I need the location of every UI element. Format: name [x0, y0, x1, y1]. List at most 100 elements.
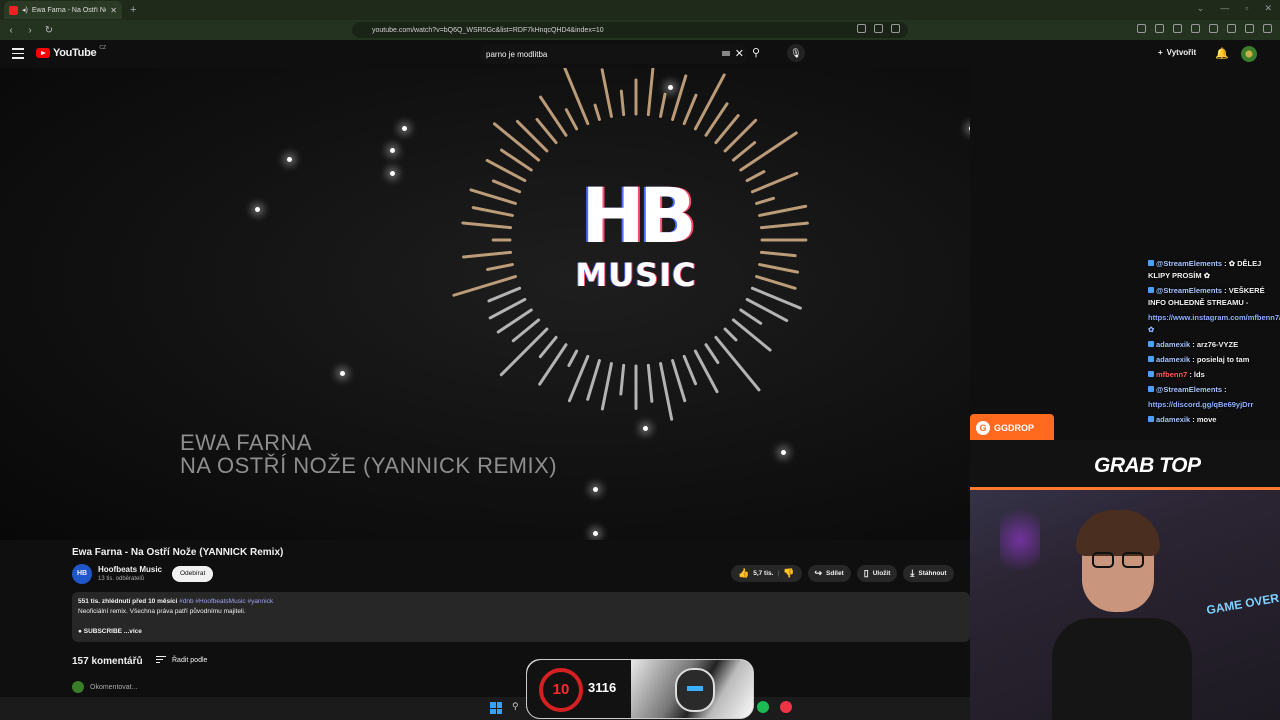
youtube-logo[interactable]: YouTube CZ: [36, 45, 106, 59]
app-icon[interactable]: [780, 701, 792, 713]
sparkle: [593, 487, 598, 492]
ggdrop-badge: G GGDROP: [970, 414, 1054, 442]
divider: |: [777, 570, 780, 577]
hashtags[interactable]: #dnb #HoofbeatsMusic #yannick: [179, 598, 273, 605]
comment-placeholder[interactable]: Okomentovat...: [90, 684, 137, 691]
visualizer-bar: [731, 141, 757, 162]
chat-message: adamexik : move: [1148, 414, 1280, 426]
tab-search-icon[interactable]: ⌄: [1197, 3, 1205, 14]
create-button[interactable]: + Vytvořit: [1158, 48, 1196, 57]
visualizer-bar: [671, 359, 687, 403]
extension-icon-3[interactable]: [1173, 24, 1182, 33]
dislike-icon[interactable]: 👎: [783, 568, 794, 579]
close-window-icon[interactable]: ✕: [1264, 3, 1272, 14]
visualizer-bar: [671, 74, 688, 121]
microphone-icon[interactable]: 🎙: [787, 44, 805, 62]
save-button[interactable]: ▯ Uložit: [856, 565, 898, 582]
search-icon[interactable]: ⚲: [752, 46, 760, 59]
search-input[interactable]: parno je modlitba ✕: [480, 44, 748, 64]
download-label: Stáhnout: [918, 570, 947, 577]
visualizer-bar: [600, 362, 613, 411]
sparkle: [255, 207, 260, 212]
back-icon[interactable]: ‹: [3, 25, 19, 36]
visualizer-bar: [564, 108, 579, 131]
sparkle: [287, 157, 292, 162]
extension-icon-4[interactable]: [1191, 24, 1200, 33]
visualizer-bar: [759, 221, 809, 230]
chat-username: adamexik: [1156, 355, 1191, 364]
video-title: Ewa Farna - Na Ostří Nože (YANNICK Remix…: [72, 547, 284, 558]
visualizer-bar: [600, 68, 613, 118]
reload-icon[interactable]: ↻: [41, 25, 57, 36]
channel-avatar[interactable]: HB: [72, 564, 92, 584]
stream-counter-widget: 10 3116: [526, 659, 754, 719]
chat-username: @StreamElements: [1156, 385, 1223, 394]
chat-text: : move: [1190, 415, 1217, 424]
chat-username: adamexik: [1156, 340, 1191, 349]
visualizer-bar: [492, 122, 541, 162]
extension-icon-5[interactable]: [1209, 24, 1218, 33]
hamburger-menu-icon[interactable]: [12, 48, 24, 62]
visualizer-bar: [646, 68, 655, 117]
visualizer-bar: [714, 114, 740, 145]
visualizer-bar: [500, 148, 533, 172]
sparkle: [390, 171, 395, 176]
visualizer-bar: [758, 263, 800, 274]
forward-icon[interactable]: ›: [22, 25, 38, 36]
chat-message: @StreamElements : VEŠKERÉ INFO OHLEDNĚ S…: [1148, 285, 1280, 309]
cast-icon[interactable]: [857, 24, 866, 33]
video-player[interactable]: HB MUSIC EWA FARNA NA OSTŘÍ NOŽE (YANNIC…: [0, 68, 970, 540]
visualizer-bar: [755, 196, 776, 205]
user-avatar[interactable]: [1241, 46, 1257, 62]
extension-icon-7[interactable]: [1245, 24, 1254, 33]
view-count-date: 551 tis. zhlédnutí před 10 měsíci: [78, 598, 178, 605]
chat-text: : arz76-VYZE: [1190, 340, 1239, 349]
share-icon[interactable]: [874, 24, 883, 33]
youtube-wordmark: YouTube: [53, 47, 97, 59]
chat-username: mfbenn7: [1156, 370, 1188, 379]
sparkle: [340, 371, 345, 376]
browser-tab[interactable]: ◂) Ewa Farna - Na Ostří Nože (Y ✕: [4, 1, 122, 19]
chat-message: adamexik : arz76-VYZE: [1148, 339, 1280, 351]
windows-start-icon[interactable]: [490, 702, 502, 714]
close-tab-icon[interactable]: ✕: [110, 6, 117, 15]
notifications-bell-icon[interactable]: 🔔: [1215, 47, 1229, 60]
like-icon[interactable]: 👍: [738, 568, 749, 579]
region-code: CZ: [99, 45, 106, 51]
sparkle: [390, 148, 395, 153]
extension-icon-2[interactable]: [1155, 24, 1164, 33]
hb-music-logo: HB MUSIC: [572, 178, 700, 295]
menu-icon[interactable]: [1263, 24, 1272, 33]
chat-username: @StreamElements: [1156, 286, 1223, 295]
chat-badge-icon: [1148, 356, 1154, 362]
channel-name[interactable]: Hoofbeats Music: [98, 565, 162, 574]
brave-shield-icon[interactable]: [891, 24, 900, 33]
keyboard-icon[interactable]: [722, 51, 730, 56]
extension-icon-1[interactable]: [1137, 24, 1146, 33]
download-button[interactable]: ⤓ Stáhnout: [903, 565, 954, 582]
maximize-icon[interactable]: ▫: [1245, 3, 1248, 14]
description-box[interactable]: 551 tis. zhlédnutí před 10 měsíci #dnb #…: [72, 592, 970, 642]
sort-comments-button[interactable]: Řadit podle: [156, 656, 207, 665]
clear-search-icon[interactable]: ✕: [735, 47, 744, 60]
share-button[interactable]: ↪ Sdílet: [807, 565, 851, 582]
browser-toolbar: ‹ › ↻ ⛉ youtube.com/watch?v=bQ6Q_WSR5Gc&…: [0, 20, 1280, 40]
add-comment[interactable]: Okomentovat...: [72, 681, 137, 693]
visualizer-bar: [461, 221, 513, 230]
address-bar[interactable]: youtube.com/watch?v=bQ6Q_WSR5Gc&list=RDF…: [352, 22, 908, 38]
visualizer-bar: [538, 335, 558, 359]
visualizer-bar: [535, 117, 558, 145]
spotify-icon[interactable]: [757, 701, 769, 713]
ggdrop-logo-icon: G: [976, 421, 990, 435]
new-tab-button[interactable]: +: [130, 4, 136, 16]
show-more-link[interactable]: ...více: [124, 628, 142, 635]
minimize-icon[interactable]: —: [1220, 3, 1229, 14]
extension-icon-6[interactable]: [1227, 24, 1236, 33]
taskbar-search-icon[interactable]: ⚲: [512, 701, 519, 712]
description-text: Neoficiální remix. Všechna práva patří p…: [78, 608, 246, 615]
like-count[interactable]: 5,7 tis.: [753, 570, 773, 577]
audio-icon[interactable]: ◂): [22, 6, 28, 14]
download-icon: ⤓: [910, 568, 915, 578]
share-label: Sdílet: [826, 570, 844, 577]
subscribe-button[interactable]: Odebírat: [172, 566, 214, 582]
